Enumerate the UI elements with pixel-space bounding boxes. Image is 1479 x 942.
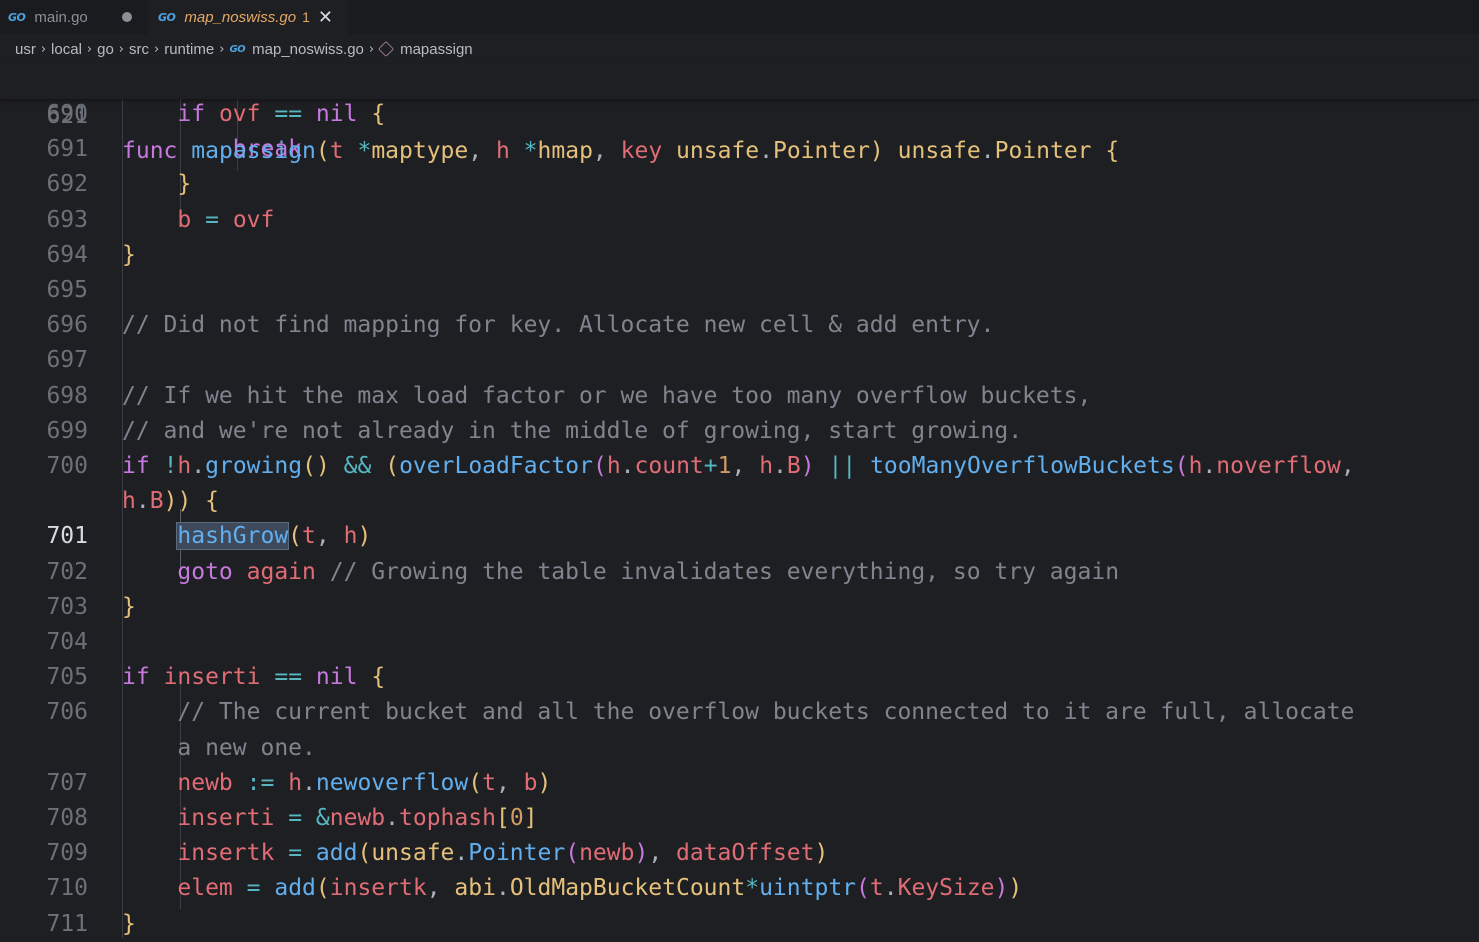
line-number: 710 xyxy=(46,875,88,902)
code-text: b = ovf xyxy=(177,206,275,233)
problems-count-badge: 1 xyxy=(302,9,310,25)
code-line-row[interactable]: 699 // and we're not already in the middl… xyxy=(0,414,1479,449)
tab-bar: GO main.go GO map_noswiss.go 1 ✕ xyxy=(0,0,1479,34)
breadcrumb-item[interactable]: runtime xyxy=(164,41,214,58)
breadcrumb-item[interactable]: mapassign xyxy=(400,41,473,58)
line-number: 621 xyxy=(46,103,88,129)
line-number: 709 xyxy=(46,840,88,867)
code-text: if inserti == nil { xyxy=(122,664,386,691)
line-number: 693 xyxy=(46,206,88,233)
line-number: 697 xyxy=(46,347,88,374)
code-text: if ovf == nil { xyxy=(177,101,386,127)
code-text: elem = add(insertk, abi.OldMapBucketCoun… xyxy=(177,875,1023,902)
code-text: a new one. xyxy=(122,734,316,761)
code-line-row[interactable]: 700 if !h.growing() && (overLoadFactor(h.… xyxy=(0,449,1479,484)
code-line-row[interactable]: 708 inserti = &newb.tophash[0] xyxy=(0,801,1479,836)
code-line-row[interactable]: 697 xyxy=(0,343,1479,378)
code-line-row[interactable]: 693 b = ovf xyxy=(0,203,1479,238)
code-text: goto again // Growing the table invalida… xyxy=(177,558,1120,585)
line-number: 703 xyxy=(46,593,88,620)
unsaved-dot-icon[interactable] xyxy=(122,12,132,22)
chevron-right-icon: › xyxy=(118,41,124,57)
code-text: if !h.growing() && (overLoadFactor(h.cou… xyxy=(122,453,1355,479)
chevron-right-icon: › xyxy=(368,41,375,57)
chevron-right-icon: › xyxy=(219,41,225,57)
line-number: 695 xyxy=(46,277,88,303)
tab-label: main.go xyxy=(34,8,88,26)
code-line-row[interactable]: 696 // Did not find mapping for key. Allo… xyxy=(0,308,1479,343)
breadcrumb: usr › local › go › src › runtime › GO ma… xyxy=(0,34,1479,64)
line-number: 699 xyxy=(46,417,88,444)
breadcrumb-item[interactable]: local xyxy=(51,41,82,58)
code-text: // The current bucket and all the overfl… xyxy=(177,699,1355,726)
code-line-row[interactable]: 711} xyxy=(0,907,1479,942)
code-line-row[interactable]: a new one. xyxy=(0,731,1479,766)
line-number: 706 xyxy=(46,699,88,726)
chevron-right-icon: › xyxy=(154,41,160,57)
go-file-icon: GO xyxy=(8,10,26,24)
breadcrumb-item[interactable]: src xyxy=(129,41,149,58)
chevron-right-icon: › xyxy=(40,41,47,57)
code-text: inserti = &newb.tophash[0] xyxy=(177,805,538,831)
method-cube-icon xyxy=(378,41,395,57)
line-number: 701 xyxy=(46,523,88,550)
code-line-row[interactable]: 707 newb := h.newoverflow(t, b) xyxy=(0,766,1479,801)
breadcrumb-item[interactable]: go xyxy=(97,41,114,58)
code-line-row[interactable]: 694} xyxy=(0,238,1479,273)
code-text: insertk = add(unsafe.Pointer(newb), data… xyxy=(177,840,829,867)
line-number: 711 xyxy=(46,910,88,937)
line-number: 708 xyxy=(46,805,88,831)
code-line-row[interactable]: 706 // The current bucket and all the ov… xyxy=(0,695,1479,730)
code-editor[interactable]: 621 func mapassign(t *maptype, h *hmap, … xyxy=(0,64,1479,938)
chevron-right-icon: › xyxy=(86,41,93,57)
code-line-row[interactable]: 703} xyxy=(0,590,1479,625)
code-text: // Did not find mapping for key. Allocat… xyxy=(122,312,995,339)
tab-main-go[interactable]: GO main.go xyxy=(0,0,148,34)
line-number: 702 xyxy=(46,558,88,585)
code-text: h.B)) { xyxy=(122,488,220,515)
sticky-scroll-line[interactable]: 621 func mapassign(t *maptype, h *hmap, … xyxy=(0,64,1479,164)
code-line-row[interactable]: 695 xyxy=(0,273,1479,308)
code-text: } xyxy=(122,910,136,937)
code-line-row[interactable]: 710 elem = add(insertk, abi.OldMapBucket… xyxy=(0,871,1479,906)
close-icon[interactable]: ✕ xyxy=(318,7,333,28)
code-text: // If we hit the max load factor or we h… xyxy=(122,382,1092,409)
code-line-row[interactable]: 698 // If we hit the max load factor or w… xyxy=(0,379,1479,414)
code-line-row[interactable]: 692 } xyxy=(0,167,1479,202)
code-text: newb := h.newoverflow(t, b) xyxy=(177,769,552,796)
breadcrumb-item[interactable]: usr xyxy=(15,41,36,58)
code-text: } xyxy=(177,171,192,198)
code-text: } xyxy=(122,593,136,620)
code-line-row[interactable]: 702 goto again // Growing the table inva… xyxy=(0,555,1479,590)
code-line-row[interactable]: 704 xyxy=(0,625,1479,660)
line-number: 696 xyxy=(46,312,88,339)
tab-map-noswiss-go[interactable]: GO map_noswiss.go 1 ✕ xyxy=(148,0,348,34)
go-file-icon: GO xyxy=(229,43,246,55)
code-line-row[interactable]: h.B)) { xyxy=(0,484,1479,519)
selection-highlight: hashGrow xyxy=(176,522,290,551)
line-number: 694 xyxy=(46,241,88,268)
line-number: 698 xyxy=(46,382,88,409)
breadcrumb-item[interactable]: map_noswiss.go xyxy=(252,41,364,58)
go-file-icon: GO xyxy=(158,10,176,24)
code-line-row[interactable]: 701 hashGrow(t, h) xyxy=(0,519,1479,554)
code-line: func mapassign(t *maptype, h *hmap, key … xyxy=(122,138,1120,164)
line-number: 700 xyxy=(46,453,88,479)
code-text: } xyxy=(122,241,136,268)
line-number: 705 xyxy=(46,664,88,691)
code-text: // and we're not already in the middle o… xyxy=(122,417,1023,444)
line-number: 704 xyxy=(46,629,88,655)
code-line-row[interactable]: 709 insertk = add(unsafe.Pointer(newb), … xyxy=(0,836,1479,871)
line-number: 707 xyxy=(46,769,88,796)
code-line-row[interactable]: 705 if inserti == nil { xyxy=(0,660,1479,695)
code-line-row[interactable]: 690 if ovf == nil { xyxy=(0,97,1479,132)
tab-label: map_noswiss.go xyxy=(184,8,297,26)
code-text: hashGrow(t, h) xyxy=(176,522,372,551)
